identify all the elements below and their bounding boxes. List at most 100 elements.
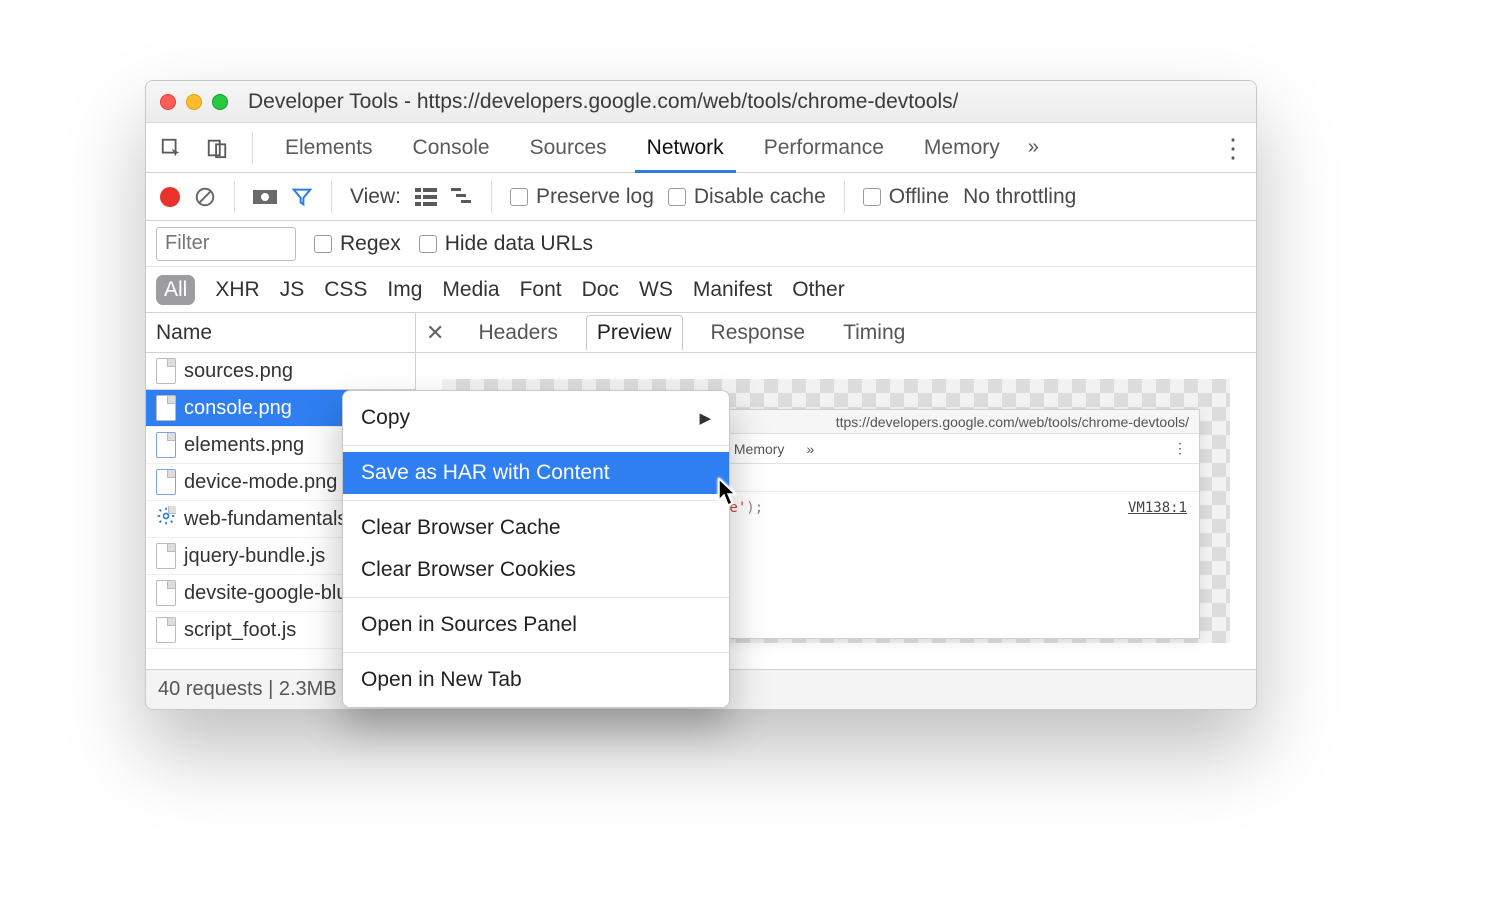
request-name: device-mode.png <box>184 471 337 494</box>
request-name: sources.png <box>184 360 293 383</box>
tab-network[interactable]: Network <box>635 123 736 173</box>
filter-manifest[interactable]: Manifest <box>693 278 772 302</box>
request-name: jquery-bundle.js <box>184 545 325 568</box>
ctx-save-har-label: Save as HAR with Content <box>361 461 610 485</box>
filter-other[interactable]: Other <box>792 278 845 302</box>
tab-elements[interactable]: Elements <box>273 123 385 173</box>
offline-checkbox[interactable]: Offline <box>863 185 949 209</box>
ctx-save-har[interactable]: Save as HAR with Content <box>343 452 729 494</box>
file-icon <box>156 543 176 569</box>
filter-ws[interactable]: WS <box>639 278 673 302</box>
mouse-cursor-icon <box>718 478 740 508</box>
file-icon <box>156 580 176 606</box>
inner-more-icon: » <box>806 441 814 457</box>
ctx-clear-cache-label: Clear Browser Cache <box>361 516 561 540</box>
view-large-icon[interactable] <box>415 188 437 206</box>
context-menu-divider <box>343 652 729 653</box>
filter-font[interactable]: Font <box>520 278 562 302</box>
separator <box>491 181 492 213</box>
disable-cache-checkbox[interactable]: Disable cache <box>668 185 826 209</box>
checkbox-icon <box>863 188 881 206</box>
ctx-copy[interactable]: Copy ▶ <box>343 397 729 439</box>
network-toolbar: View: Preserve log Disable cache Offline… <box>146 173 1256 221</box>
ctx-open-tab-label: Open in New Tab <box>361 668 522 692</box>
tab-console[interactable]: Console <box>401 123 502 173</box>
status-summary: 40 requests | 2.3MB <box>158 678 337 701</box>
more-panels-icon[interactable]: » <box>1028 136 1039 159</box>
name-column-header[interactable]: Name <box>146 313 415 353</box>
ctx-open-tab[interactable]: Open in New Tab <box>343 659 729 701</box>
filter-xhr[interactable]: XHR <box>215 278 259 302</box>
ctx-open-sources[interactable]: Open in Sources Panel <box>343 604 729 646</box>
ctx-clear-cookies[interactable]: Clear Browser Cookies <box>343 549 729 591</box>
panel-tabstrip: Elements Console Sources Network Perform… <box>146 123 1256 173</box>
tab-performance[interactable]: Performance <box>752 123 896 173</box>
tab-sources[interactable]: Sources <box>518 123 619 173</box>
close-detail-icon[interactable]: ✕ <box>426 320 444 346</box>
context-menu-divider <box>343 500 729 501</box>
filter-css[interactable]: CSS <box>324 278 367 302</box>
titlebar: Developer Tools - https://developers.goo… <box>146 81 1256 123</box>
preserve-log-checkbox[interactable]: Preserve log <box>510 185 654 209</box>
ctx-copy-label: Copy <box>361 406 410 430</box>
close-window-button[interactable] <box>160 94 176 110</box>
preserve-log-label: Preserve log <box>536 185 654 209</box>
window-title: Developer Tools - https://developers.goo… <box>248 90 958 114</box>
zoom-window-button[interactable] <box>212 94 228 110</box>
minimize-window-button[interactable] <box>186 94 202 110</box>
inner-tab-memory: Memory <box>734 441 785 457</box>
filter-all[interactable]: All <box>156 275 195 305</box>
filter-row: Regex Hide data URLs <box>146 221 1256 267</box>
request-name: elements.png <box>184 434 304 457</box>
traffic-lights <box>160 94 228 110</box>
tab-memory[interactable]: Memory <box>912 123 1012 173</box>
regex-label: Regex <box>340 232 401 256</box>
inspect-element-icon[interactable] <box>156 133 186 163</box>
view-waterfall-icon[interactable] <box>451 188 473 206</box>
throttling-select[interactable]: No throttling <box>963 185 1076 209</box>
detail-tabstrip: ✕ Headers Preview Response Timing <box>416 313 1256 353</box>
request-row[interactable]: sources.png <box>146 353 415 390</box>
type-filter-row: All XHR JS CSS Img Media Font Doc WS Man… <box>146 267 1256 313</box>
capture-screenshots-icon[interactable] <box>253 188 277 206</box>
checkbox-icon <box>314 235 332 253</box>
detail-tab-headers[interactable]: Headers <box>468 316 567 350</box>
regex-checkbox[interactable]: Regex <box>314 232 401 256</box>
device-toolbar-icon[interactable] <box>202 133 232 163</box>
vm-link: VM138:1 <box>1128 500 1187 516</box>
gear-icon <box>156 506 176 532</box>
separator <box>844 181 845 213</box>
hide-data-urls-checkbox[interactable]: Hide data URLs <box>419 232 593 256</box>
detail-tab-timing[interactable]: Timing <box>833 316 915 350</box>
hide-data-urls-label: Hide data URLs <box>445 232 593 256</box>
request-name: script_foot.js <box>184 619 296 642</box>
submenu-arrow-icon: ▶ <box>699 409 711 427</box>
filter-icon[interactable] <box>291 186 313 208</box>
context-menu: Copy ▶ Save as HAR with Content Clear Br… <box>342 390 730 708</box>
preview-inner-url: ttps://developers.google.com/web/tools/c… <box>836 414 1189 430</box>
checkbox-icon <box>419 235 437 253</box>
filter-input[interactable] <box>156 227 296 261</box>
checkbox-icon <box>510 188 528 206</box>
image-file-icon <box>156 469 176 495</box>
filter-media[interactable]: Media <box>442 278 499 302</box>
separator <box>234 181 235 213</box>
record-button[interactable] <box>160 187 180 207</box>
view-label: View: <box>350 185 401 209</box>
code-fragment: ); <box>746 500 763 516</box>
filter-js[interactable]: JS <box>280 278 305 302</box>
filter-doc[interactable]: Doc <box>582 278 619 302</box>
disable-cache-label: Disable cache <box>694 185 826 209</box>
checkbox-icon <box>668 188 686 206</box>
detail-tab-preview[interactable]: Preview <box>586 315 683 351</box>
image-file-icon <box>156 432 176 458</box>
ctx-open-sources-label: Open in Sources Panel <box>361 613 577 637</box>
detail-tab-response[interactable]: Response <box>701 316 816 350</box>
context-menu-divider <box>343 445 729 446</box>
ctx-clear-cookies-label: Clear Browser Cookies <box>361 558 576 582</box>
ctx-clear-cache[interactable]: Clear Browser Cache <box>343 507 729 549</box>
clear-icon[interactable] <box>194 186 216 208</box>
file-icon <box>156 395 176 421</box>
filter-img[interactable]: Img <box>387 278 422 302</box>
request-name: console.png <box>184 397 292 420</box>
